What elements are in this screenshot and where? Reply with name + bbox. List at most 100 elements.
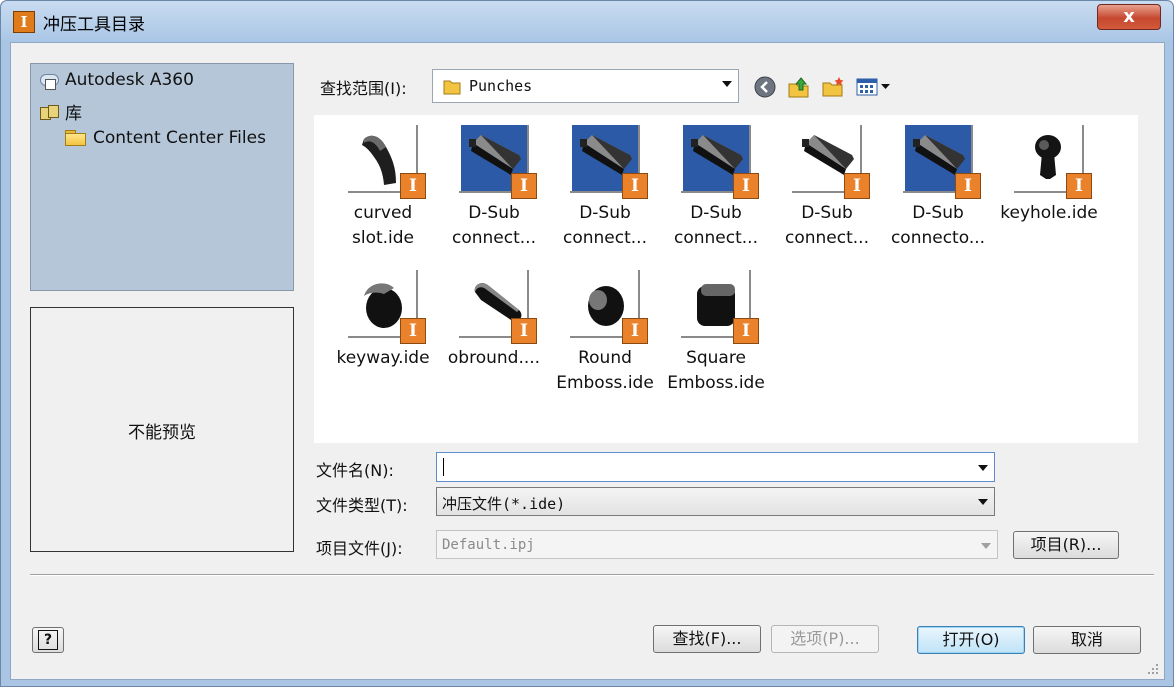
look-in-dropdown[interactable]: Punches — [432, 69, 739, 103]
file-name-line1: D-Sub — [579, 203, 631, 223]
file-thumbnail: I — [903, 125, 981, 199]
file-item[interactable]: I D-Sub connect... — [772, 125, 882, 251]
inventor-file-icon: I — [1066, 173, 1092, 199]
file-thumbnail: I — [681, 270, 759, 344]
look-in-value: Punches — [469, 77, 533, 95]
file-list: Icurved slot.ide I D-Sub connect... I D-Sub con… — [314, 115, 1138, 443]
file-thumbnail: I — [570, 270, 648, 344]
file-name-line1: obround.... — [447, 348, 541, 368]
inventor-file-icon: I — [622, 318, 648, 344]
chevron-down-icon — [981, 543, 991, 549]
file-item[interactable]: I D-Sub connect... — [550, 125, 660, 251]
inventor-file-icon: I — [622, 173, 648, 199]
file-name: keyway.ide — [328, 346, 438, 371]
file-item[interactable]: I D-Sub connect... — [439, 125, 549, 251]
chevron-down-icon[interactable] — [978, 465, 988, 471]
dialog-body: Autodesk A360 库 Content Center Files 不能预… — [10, 42, 1165, 680]
location-tree: Autodesk A360 库 Content Center Files — [30, 63, 294, 291]
file-name-line2: connect... — [452, 228, 536, 248]
file-thumbnail: I — [570, 125, 648, 199]
chevron-down-icon — [978, 499, 988, 505]
help-icon[interactable]: ? — [32, 627, 64, 653]
file-item[interactable]: Iobround.... — [439, 270, 549, 371]
title-bar[interactable]: I 冲压工具目录 x — [1, 1, 1173, 41]
views-menu-icon[interactable] — [855, 75, 895, 99]
file-name: keyhole.ide — [994, 201, 1104, 226]
file-name-line2: Emboss.ide — [667, 373, 765, 393]
file-name-line1: D-Sub — [912, 203, 964, 223]
inventor-app-icon: I — [13, 11, 35, 33]
file-item[interactable]: I D-Sub connecto... — [883, 125, 993, 251]
file-thumbnail: I — [459, 125, 537, 199]
file-name-line1: D-Sub — [801, 203, 853, 223]
tree-item-content-center[interactable]: Content Center Files — [65, 128, 266, 148]
window-title: 冲压工具目录 — [43, 15, 145, 35]
file-thumbnail: I — [459, 270, 537, 344]
file-name: curved slot.ide — [328, 201, 438, 251]
file-name: D-Sub connecto... — [883, 201, 993, 251]
filetype-dropdown[interactable]: 冲压文件(*.ide) — [436, 487, 995, 516]
open-button[interactable]: 打开(O) — [917, 626, 1025, 654]
file-name-line2: slot.ide — [351, 228, 415, 248]
back-icon[interactable] — [753, 75, 779, 99]
file-name-line2: connect... — [785, 228, 869, 248]
file-thumbnail: I — [348, 125, 426, 199]
file-name-line1: Square — [686, 348, 746, 368]
file-name: obround.... — [439, 346, 549, 371]
preview-pane: 不能预览 — [30, 307, 294, 552]
options-button: 选项(P)... — [771, 625, 879, 653]
tree-item-label: Autodesk A360 — [65, 70, 194, 90]
folder-icon — [443, 78, 461, 99]
footer-divider — [30, 574, 1154, 576]
tree-item-library[interactable]: 库 — [39, 99, 82, 124]
file-name-line2: connect... — [674, 228, 758, 248]
help-button-label: ? — [38, 630, 58, 650]
library-icon — [39, 103, 59, 121]
file-name-line2: connecto... — [890, 228, 986, 248]
file-name: D-Sub connect... — [439, 201, 549, 251]
text-cursor — [443, 458, 444, 476]
file-item[interactable]: Ikeyhole.ide — [994, 125, 1104, 226]
cancel-button[interactable]: 取消 — [1033, 626, 1141, 654]
file-item[interactable]: I Round Emboss.ide — [550, 270, 660, 396]
file-name-line2: Emboss.ide — [556, 373, 654, 393]
tree-item-label: 库 — [65, 104, 82, 124]
filetype-value: 冲压文件(*.ide) — [442, 495, 566, 513]
file-item[interactable]: Icurved slot.ide — [328, 125, 438, 251]
file-item[interactable]: Ikeyway.ide — [328, 270, 438, 371]
file-name-line1: keyhole.ide — [1000, 203, 1098, 223]
tree-item-label: Content Center Files — [93, 128, 266, 148]
project-button[interactable]: 项目(R)... — [1013, 531, 1119, 559]
no-preview-text: 不能预览 — [128, 423, 196, 443]
file-thumbnail: I — [792, 125, 870, 199]
file-name: Round Emboss.ide — [550, 346, 660, 396]
file-thumbnail: I — [681, 125, 759, 199]
project-dropdown: Default.ipj — [436, 530, 998, 559]
inventor-file-icon: I — [511, 318, 537, 344]
file-name-line1: D-Sub — [468, 203, 520, 223]
inventor-file-icon: I — [844, 173, 870, 199]
resize-grip-icon[interactable] — [1147, 663, 1159, 675]
inventor-file-icon: I — [733, 173, 759, 199]
file-thumbnail: I — [348, 270, 426, 344]
tree-item-a360[interactable]: Autodesk A360 — [39, 70, 194, 90]
look-in-label: 查找范围(I): — [320, 79, 407, 98]
chevron-down-icon — [722, 81, 732, 87]
close-button[interactable]: x — [1097, 4, 1161, 30]
find-button[interactable]: 查找(F)... — [653, 625, 761, 653]
file-item[interactable]: I D-Sub connect... — [661, 125, 771, 251]
file-name-line1: curved — [353, 203, 413, 223]
file-name: Square Emboss.ide — [661, 346, 771, 396]
file-item[interactable]: I Square Emboss.ide — [661, 270, 771, 396]
file-name: D-Sub connect... — [661, 201, 771, 251]
filename-input[interactable] — [436, 452, 995, 482]
inventor-file-icon: I — [511, 173, 537, 199]
file-name-line2: connect... — [563, 228, 647, 248]
inventor-file-icon: I — [955, 173, 981, 199]
inventor-file-icon: I — [400, 318, 426, 344]
file-thumbnail: I — [1014, 125, 1092, 199]
file-name-line1: Round — [578, 348, 632, 368]
up-folder-icon[interactable] — [787, 75, 813, 99]
new-folder-icon[interactable] — [821, 75, 847, 99]
file-name: D-Sub connect... — [550, 201, 660, 251]
